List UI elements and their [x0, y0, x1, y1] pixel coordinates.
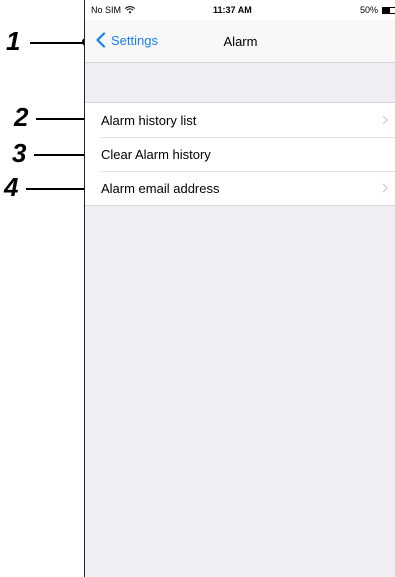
callout-number: 2	[14, 102, 29, 132]
callout-line	[26, 188, 92, 190]
list-item-label: Alarm email address	[101, 180, 220, 196]
carrier-label: No SIM	[91, 5, 122, 15]
list-item-alarm-history-list[interactable]: Alarm history list	[85, 103, 395, 137]
chevron-right-icon	[382, 183, 388, 193]
callout-number: 4	[4, 172, 19, 202]
navigation-bar: Settings Alarm	[85, 20, 395, 63]
carrier-status: No SIM	[91, 5, 136, 15]
battery-icon	[382, 6, 395, 14]
phone-screen: No SIM 11:37 AM 50% Settings Alarm Alarm…	[84, 0, 395, 577]
battery-status: 50%	[360, 5, 395, 15]
list-item-label: Clear Alarm history	[101, 146, 211, 162]
list-item-label: Alarm history list	[101, 112, 197, 128]
wifi-icon	[125, 6, 136, 14]
alarm-menu-list: Alarm history list Clear Alarm history A…	[85, 102, 395, 206]
callout-number: 1	[6, 26, 21, 56]
callout-number: 3	[12, 138, 27, 168]
chevron-right-icon	[382, 115, 388, 125]
list-item-alarm-email-address[interactable]: Alarm email address	[85, 171, 395, 205]
page-title: Alarm	[223, 34, 258, 49]
callout-line	[30, 42, 86, 44]
status-bar: No SIM 11:37 AM 50%	[85, 0, 395, 20]
list-item-clear-alarm-history[interactable]: Clear Alarm history	[85, 137, 395, 171]
battery-percent: 50%	[359, 5, 378, 15]
clock-time: 11:37 AM	[213, 5, 252, 15]
